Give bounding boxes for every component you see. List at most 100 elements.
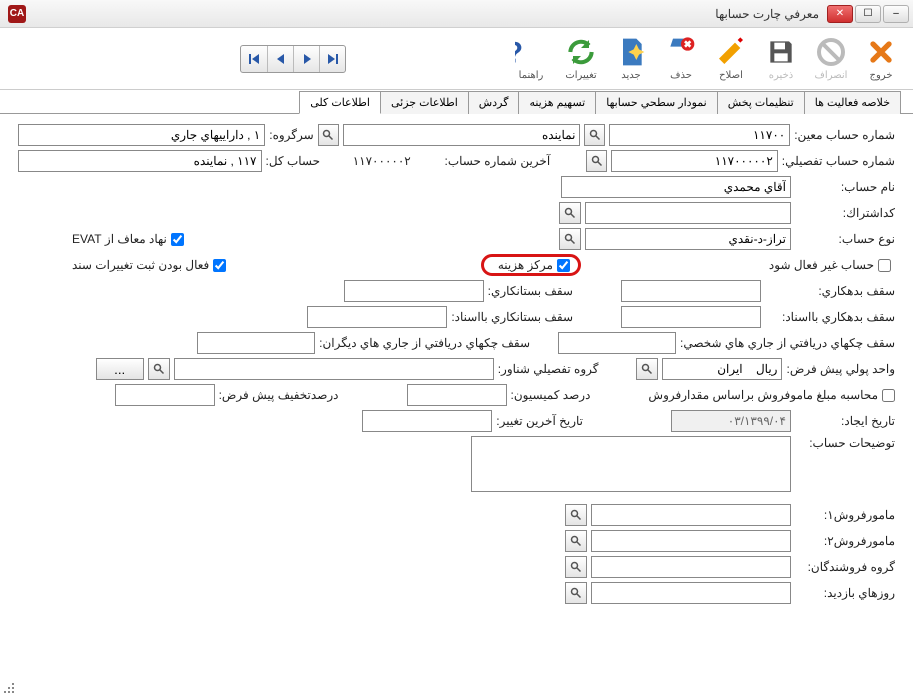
account-type-label: نوع حساب: (795, 232, 895, 246)
active-changes-label: فعال بودن ثبت تغییرات سند (72, 258, 209, 272)
help-button[interactable]: ? راهنما (507, 33, 555, 84)
minimize-window-button[interactable]: – (883, 5, 909, 23)
debit-ceiling-label: سقف بدهکاري: (765, 284, 895, 298)
tab-broadcast[interactable]: تنظیمات پخش (717, 91, 805, 114)
received-checks-others-input[interactable] (197, 332, 315, 354)
evat-exempt-input[interactable] (171, 233, 184, 246)
sales-rep1-input[interactable] (591, 504, 791, 526)
group-head-input[interactable] (18, 124, 265, 146)
exit-button[interactable]: خروج (857, 33, 905, 84)
main-account-lookup-button[interactable] (584, 124, 605, 146)
sales-rep2-label: مامورفروش٢: (795, 534, 895, 548)
group-head-label: سرگروه: (269, 128, 313, 142)
record-nav-group (240, 45, 346, 73)
sub-account-no-input[interactable] (611, 150, 778, 172)
visit-days-label: روزهاي بازدید: (795, 586, 895, 600)
nav-last-button[interactable] (319, 46, 345, 72)
account-name-input[interactable] (561, 176, 791, 198)
tab-partial-info[interactable]: اطلاعات جزئی (380, 91, 469, 114)
prepay-discount-input[interactable] (115, 384, 215, 406)
changes-button[interactable]: تغییرات (557, 33, 605, 84)
cancel-button[interactable]: انصراف (807, 33, 855, 84)
account-type-input[interactable] (585, 228, 791, 250)
prepay-discount-label: درصدتخفیف پیش فرض: (219, 388, 339, 402)
representative-input[interactable] (343, 124, 581, 146)
sales-rep1-label: مامورفروش١: (795, 508, 895, 522)
cost-center-input[interactable] (557, 259, 570, 272)
received-checks-personal-input[interactable] (558, 332, 676, 354)
inactive-checkbox[interactable]: حساب غیر فعال شود (769, 258, 891, 272)
tab-general-info[interactable]: اطلاعات کلی (299, 91, 381, 114)
create-date-label: تاریخ ایجاد: (795, 414, 895, 428)
credit-ceiling-input[interactable] (344, 280, 484, 302)
account-desc-label: توضیحات حساب: (795, 436, 895, 450)
sales-rep2-input[interactable] (591, 530, 791, 552)
total-account-input[interactable] (18, 150, 261, 172)
active-changes-checkbox[interactable]: فعال بودن ثبت تغییرات سند (72, 258, 226, 272)
tab-summary[interactable]: خلاصه فعالیت ها (804, 91, 901, 114)
calc-sales-input[interactable] (882, 389, 895, 402)
edit-icon (715, 36, 747, 68)
visit-days-lookup-button[interactable] (565, 582, 587, 604)
delete-button[interactable]: حذف (657, 33, 705, 84)
visit-days-input[interactable] (591, 582, 791, 604)
new-label: جدید (621, 70, 640, 81)
subscription-code-input[interactable] (585, 202, 791, 224)
tab-allocation[interactable]: تسهیم هزینه (518, 91, 596, 114)
nav-next-button[interactable] (293, 46, 319, 72)
evat-exempt-checkbox[interactable]: نهاد معاف از EVAT (72, 232, 184, 246)
active-changes-input[interactable] (213, 259, 226, 272)
calc-sales-label: محاسبه مبلغ ماموفروش براساس مقدارفروش (648, 388, 878, 402)
representative-lookup-button[interactable] (318, 124, 339, 146)
edit-button[interactable]: اصلاح (707, 33, 755, 84)
window-controls: ✕ ☐ – (827, 5, 909, 23)
last-change-date-input[interactable] (362, 410, 492, 432)
received-checks-personal-label: سقف چکهاي دریافتي از جاري هاي شخصي: (680, 336, 895, 350)
sub-account-no-label: شماره حساب تفصیلي: (782, 154, 895, 168)
commission-pct-input[interactable] (407, 384, 507, 406)
floating-group-lookup-button[interactable] (148, 358, 170, 380)
maximize-window-button[interactable]: ☐ (855, 5, 881, 23)
cancel-label: انصراف (815, 70, 848, 81)
svg-text:?: ? (515, 37, 523, 68)
new-button[interactable]: جدید (607, 33, 655, 84)
create-date-input (671, 410, 791, 432)
tab-turnover[interactable]: گردش (468, 91, 520, 114)
credit-ceiling-doc-input[interactable] (307, 306, 447, 328)
seller-group-lookup-button[interactable] (565, 556, 587, 578)
account-desc-textarea[interactable] (471, 436, 791, 492)
close-window-button[interactable]: ✕ (827, 5, 853, 23)
form-panel: شماره حساب معین: سرگروه: شماره حساب تفصی… (0, 114, 913, 618)
app-logo-icon: CA (8, 5, 26, 23)
seller-group-input[interactable] (591, 556, 791, 578)
calc-sales-checkbox[interactable]: محاسبه مبلغ ماموفروش براساس مقدارفروش (648, 388, 895, 402)
save-button[interactable]: ذخیره (757, 33, 805, 84)
cost-center-highlight: مرکز هزینه (481, 254, 581, 276)
debit-ceiling-doc-input[interactable] (621, 306, 761, 328)
tab-surface-chart[interactable]: نمودار سطحي حسابها (595, 91, 717, 114)
subscription-lookup-button[interactable] (559, 202, 581, 224)
nav-prev-button[interactable] (267, 46, 293, 72)
default-currency-input[interactable] (662, 358, 782, 380)
changes-label: تغییرات (565, 70, 596, 81)
currency-lookup-button[interactable] (636, 358, 658, 380)
cost-center-checkbox[interactable]: مرکز هزینه (498, 258, 570, 272)
save-label: ذخیره (769, 70, 793, 81)
floating-group-input[interactable] (174, 358, 494, 380)
account-type-lookup-button[interactable] (559, 228, 581, 250)
cancel-icon (815, 36, 847, 68)
window-title: معرفي چارت حسابها (26, 7, 827, 21)
sub-account-lookup-button[interactable] (586, 150, 607, 172)
exit-label: خروج (870, 70, 893, 81)
sales-rep2-lookup-button[interactable] (565, 530, 587, 552)
inactive-input[interactable] (878, 259, 891, 272)
sales-rep1-lookup-button[interactable] (565, 504, 587, 526)
nav-first-button[interactable] (241, 46, 267, 72)
main-account-no-input[interactable] (609, 124, 790, 146)
debit-ceiling-input[interactable] (621, 280, 761, 302)
save-icon (765, 36, 797, 68)
credit-ceiling-doc-label: سقف بستانکاري بااسناد: (451, 310, 573, 324)
last-change-date-label: تاریخ آخرین تغییر: (496, 414, 583, 428)
floating-group-more-button[interactable]: ... (96, 358, 144, 380)
resize-grip-icon[interactable] (2, 681, 16, 695)
